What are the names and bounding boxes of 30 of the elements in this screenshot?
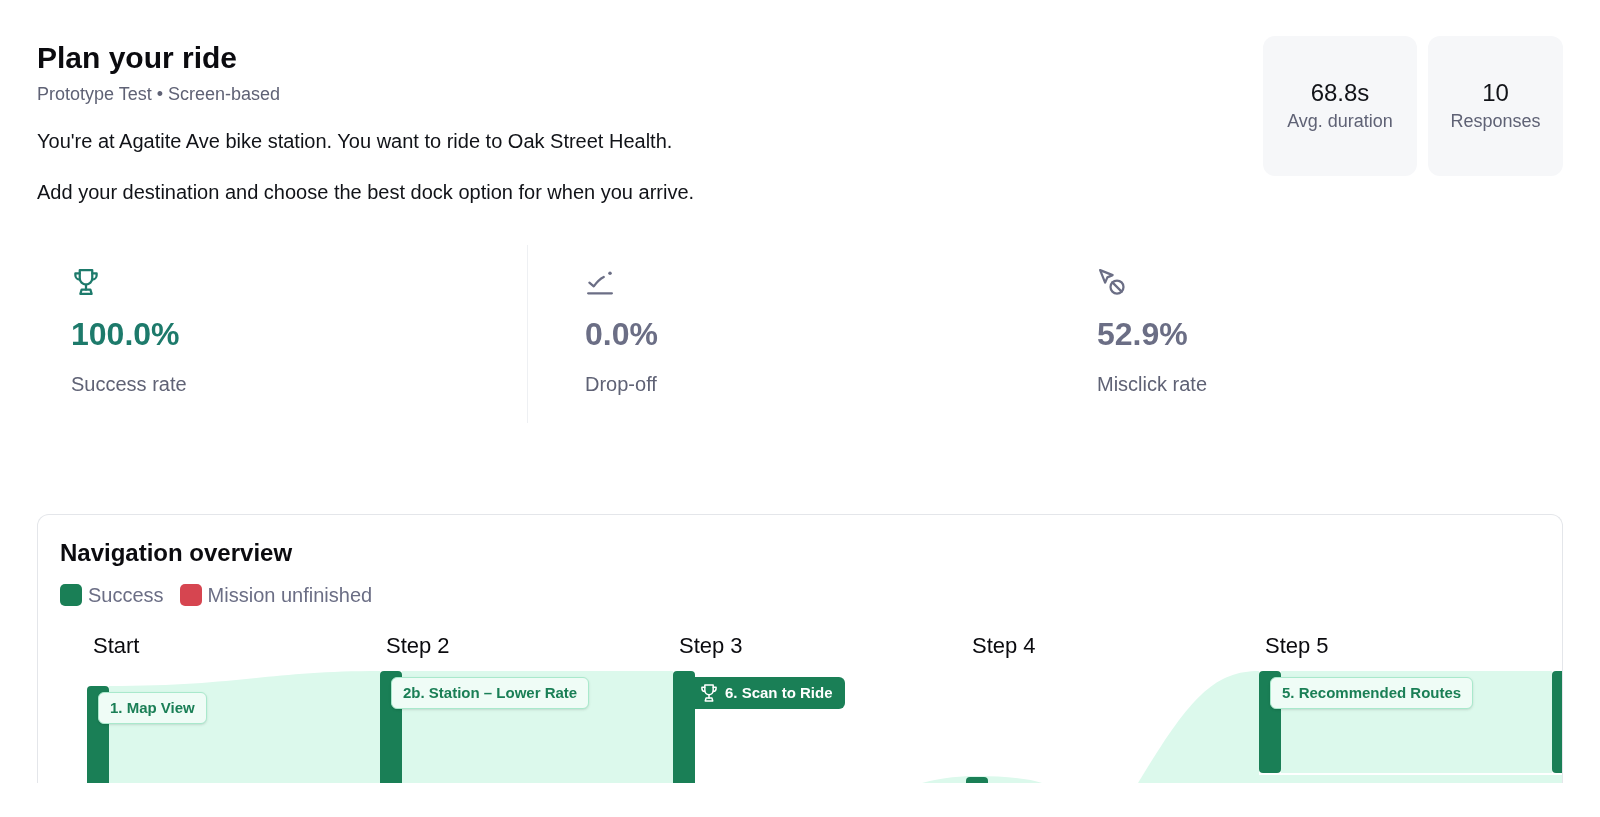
stat-value: 68.8s: [1310, 78, 1370, 108]
screen-node[interactable]: 2b. Station – Lower Rate: [391, 677, 590, 709]
stat-label: Responses: [1450, 110, 1541, 133]
step-label: Step 5: [1265, 633, 1329, 658]
legend-label: Mission unfinished: [207, 583, 373, 608]
test-subtitle: Prototype Test • Screen-based: [37, 83, 282, 106]
metric-label: Drop-off: [585, 372, 658, 397]
section-title: Navigation overview: [59, 538, 294, 568]
stat-value: 10: [1482, 78, 1509, 108]
metric-value: 100.0%: [71, 315, 181, 354]
goal-node[interactable]: 6. Scan to Ride: [695, 677, 845, 709]
page-title: Plan your ride: [37, 40, 239, 76]
metric-label: Success rate: [71, 372, 188, 397]
task-description: Add your destination and choose the best dock option for when you arrive.: [37, 180, 695, 205]
step-bar: [966, 777, 988, 783]
trophy-icon: [71, 267, 101, 297]
step-label: Start: [93, 633, 140, 658]
step-label: Step 3: [679, 633, 743, 658]
trophy-icon: [699, 683, 719, 703]
metric-value: 0.0%: [585, 315, 659, 354]
metric-label: Misclick rate: [1097, 372, 1208, 397]
task-description: You're at Agatite Ave bike station. You want to ride to Oak Street Health.: [37, 129, 674, 154]
screen-node[interactable]: 5. Recommended Routes: [1270, 677, 1474, 709]
metric-value: 52.9%: [1097, 315, 1189, 354]
legend-label: Success: [88, 583, 164, 608]
cursor-ban-icon: [1097, 267, 1127, 297]
screen-node[interactable]: 1. Map View: [98, 692, 207, 724]
step-label: Step 2: [386, 633, 450, 658]
step-label: Step 4: [972, 633, 1036, 658]
stat-label: Avg. duration: [1287, 110, 1393, 133]
